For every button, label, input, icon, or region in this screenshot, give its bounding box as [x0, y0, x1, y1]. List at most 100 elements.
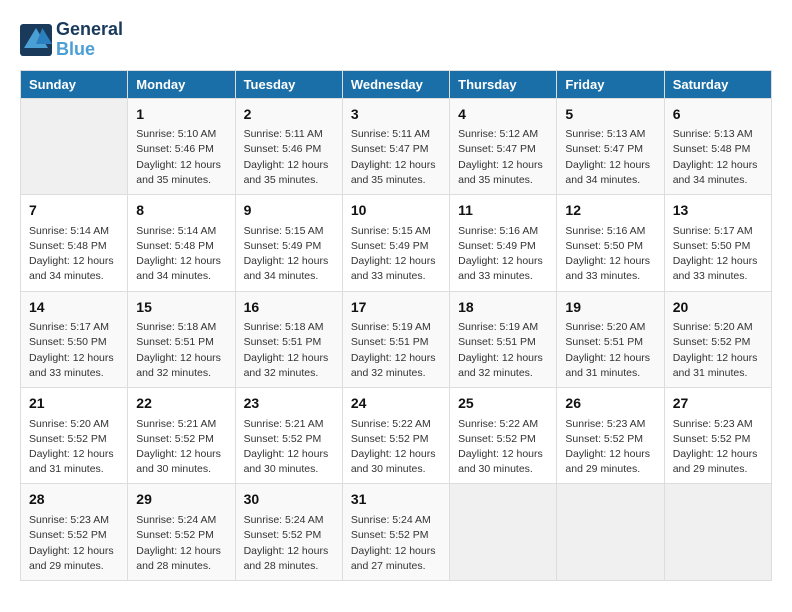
day-number: 8: [136, 201, 226, 221]
day-number: 26: [565, 394, 655, 414]
day-number: 2: [244, 105, 334, 125]
day-number: 16: [244, 298, 334, 318]
day-info: Sunrise: 5:23 AM Sunset: 5:52 PM Dayligh…: [565, 417, 655, 478]
day-number: 27: [673, 394, 763, 414]
day-info: Sunrise: 5:23 AM Sunset: 5:52 PM Dayligh…: [673, 417, 763, 478]
week-row-3: 14Sunrise: 5:17 AM Sunset: 5:50 PM Dayli…: [21, 291, 772, 387]
calendar-cell: 31Sunrise: 5:24 AM Sunset: 5:52 PM Dayli…: [342, 484, 449, 580]
calendar-cell: 21 Sunrise: 5:20 AM Sunset: 5:52 PM Dayli…: [21, 388, 128, 484]
calendar-cell: 8 Sunrise: 5:14 AM Sunset: 5:48 PM Daylig…: [128, 195, 235, 291]
calendar-cell: 9 Sunrise: 5:15 AM Sunset: 5:49 PM Daylig…: [235, 195, 342, 291]
day-info: Sunrise: 5:18 AM Sunset: 5:51 PM Dayligh…: [136, 320, 226, 381]
col-header-thursday: Thursday: [450, 70, 557, 98]
logo: General Blue: [20, 20, 123, 60]
calendar-cell: [664, 484, 771, 580]
day-number: 20: [673, 298, 763, 318]
day-info: Sunrise: 5:21 AM Sunset: 5:52 PM Dayligh…: [244, 417, 334, 478]
calendar-cell: 30 Sunrise: 5:24 AM Sunset: 5:52 PM Dayli…: [235, 484, 342, 580]
col-header-saturday: Saturday: [664, 70, 771, 98]
calendar-cell: 23 Sunrise: 5:21 AM Sunset: 5:52 PM Dayli…: [235, 388, 342, 484]
calendar-cell: 19Sunrise: 5:20 AM Sunset: 5:51 PM Dayli…: [557, 291, 664, 387]
calendar-cell: 24Sunrise: 5:22 AM Sunset: 5:52 PM Dayli…: [342, 388, 449, 484]
day-number: 10: [351, 201, 441, 221]
calendar-cell: 29Sunrise: 5:24 AM Sunset: 5:52 PM Dayli…: [128, 484, 235, 580]
day-info: Sunrise: 5:11 AM Sunset: 5:46 PM Dayligh…: [244, 127, 334, 188]
logo-text: General Blue: [56, 20, 123, 60]
week-row-2: 7Sunrise: 5:14 AM Sunset: 5:48 PM Daylig…: [21, 195, 772, 291]
day-number: 25: [458, 394, 548, 414]
day-info: Sunrise: 5:20 AM Sunset: 5:52 PM Dayligh…: [673, 320, 763, 381]
calendar-cell: 11Sunrise: 5:16 AM Sunset: 5:49 PM Dayli…: [450, 195, 557, 291]
day-info: Sunrise: 5:17 AM Sunset: 5:50 PM Dayligh…: [673, 224, 763, 285]
day-info: Sunrise: 5:22 AM Sunset: 5:52 PM Dayligh…: [351, 417, 441, 478]
col-header-tuesday: Tuesday: [235, 70, 342, 98]
calendar-cell: 10 Sunrise: 5:15 AM Sunset: 5:49 PM Dayli…: [342, 195, 449, 291]
day-number: 3: [351, 105, 441, 125]
calendar-cell: 13Sunrise: 5:17 AM Sunset: 5:50 PM Dayli…: [664, 195, 771, 291]
week-row-1: 1Sunrise: 5:10 AM Sunset: 5:46 PM Daylig…: [21, 98, 772, 194]
day-info: Sunrise: 5:24 AM Sunset: 5:52 PM Dayligh…: [244, 513, 334, 574]
day-info: Sunrise: 5:11 AM Sunset: 5:47 PM Dayligh…: [351, 127, 441, 188]
calendar-cell: 12 Sunrise: 5:16 AM Sunset: 5:50 PM Dayli…: [557, 195, 664, 291]
day-info: Sunrise: 5:12 AM Sunset: 5:47 PM Dayligh…: [458, 127, 548, 188]
day-number: 28: [29, 490, 119, 510]
day-info: Sunrise: 5:14 AM Sunset: 5:48 PM Dayligh…: [29, 224, 119, 285]
day-number: 6: [673, 105, 763, 125]
day-number: 29: [136, 490, 226, 510]
day-info: Sunrise: 5:18 AM Sunset: 5:51 PM Dayligh…: [244, 320, 334, 381]
day-number: 9: [244, 201, 334, 221]
day-info: Sunrise: 5:10 AM Sunset: 5:46 PM Dayligh…: [136, 127, 226, 188]
day-number: 14: [29, 298, 119, 318]
day-info: Sunrise: 5:16 AM Sunset: 5:50 PM Dayligh…: [565, 224, 655, 285]
logo-icon: [20, 24, 52, 56]
calendar-cell: 5Sunrise: 5:13 AM Sunset: 5:47 PM Daylig…: [557, 98, 664, 194]
day-info: Sunrise: 5:15 AM Sunset: 5:49 PM Dayligh…: [351, 224, 441, 285]
calendar-cell: 2Sunrise: 5:11 AM Sunset: 5:46 PM Daylig…: [235, 98, 342, 194]
calendar-cell: [557, 484, 664, 580]
calendar-cell: 14Sunrise: 5:17 AM Sunset: 5:50 PM Dayli…: [21, 291, 128, 387]
calendar-cell: 17Sunrise: 5:19 AM Sunset: 5:51 PM Dayli…: [342, 291, 449, 387]
day-number: 12: [565, 201, 655, 221]
day-number: 4: [458, 105, 548, 125]
calendar-cell: 4Sunrise: 5:12 AM Sunset: 5:47 PM Daylig…: [450, 98, 557, 194]
day-number: 15: [136, 298, 226, 318]
calendar-cell: [450, 484, 557, 580]
day-number: 22: [136, 394, 226, 414]
calendar-cell: [21, 98, 128, 194]
col-header-sunday: Sunday: [21, 70, 128, 98]
day-info: Sunrise: 5:20 AM Sunset: 5:52 PM Dayligh…: [29, 417, 119, 478]
day-info: Sunrise: 5:21 AM Sunset: 5:52 PM Dayligh…: [136, 417, 226, 478]
calendar-cell: 25Sunrise: 5:22 AM Sunset: 5:52 PM Dayli…: [450, 388, 557, 484]
week-row-5: 28Sunrise: 5:23 AM Sunset: 5:52 PM Dayli…: [21, 484, 772, 580]
day-number: 23: [244, 394, 334, 414]
day-number: 17: [351, 298, 441, 318]
day-number: 19: [565, 298, 655, 318]
day-info: Sunrise: 5:13 AM Sunset: 5:47 PM Dayligh…: [565, 127, 655, 188]
page-header: General Blue: [20, 20, 772, 60]
calendar-cell: 28Sunrise: 5:23 AM Sunset: 5:52 PM Dayli…: [21, 484, 128, 580]
calendar-table: SundayMondayTuesdayWednesdayThursdayFrid…: [20, 70, 772, 581]
day-number: 5: [565, 105, 655, 125]
day-number: 30: [244, 490, 334, 510]
col-header-wednesday: Wednesday: [342, 70, 449, 98]
calendar-cell: 6Sunrise: 5:13 AM Sunset: 5:48 PM Daylig…: [664, 98, 771, 194]
calendar-header-row: SundayMondayTuesdayWednesdayThursdayFrid…: [21, 70, 772, 98]
day-info: Sunrise: 5:13 AM Sunset: 5:48 PM Dayligh…: [673, 127, 763, 188]
day-info: Sunrise: 5:20 AM Sunset: 5:51 PM Dayligh…: [565, 320, 655, 381]
day-info: Sunrise: 5:19 AM Sunset: 5:51 PM Dayligh…: [458, 320, 548, 381]
calendar-cell: 7Sunrise: 5:14 AM Sunset: 5:48 PM Daylig…: [21, 195, 128, 291]
calendar-cell: 1Sunrise: 5:10 AM Sunset: 5:46 PM Daylig…: [128, 98, 235, 194]
day-number: 18: [458, 298, 548, 318]
col-header-monday: Monday: [128, 70, 235, 98]
calendar-cell: 18Sunrise: 5:19 AM Sunset: 5:51 PM Dayli…: [450, 291, 557, 387]
day-info: Sunrise: 5:17 AM Sunset: 5:50 PM Dayligh…: [29, 320, 119, 381]
day-info: Sunrise: 5:15 AM Sunset: 5:49 PM Dayligh…: [244, 224, 334, 285]
day-number: 31: [351, 490, 441, 510]
day-number: 1: [136, 105, 226, 125]
day-info: Sunrise: 5:14 AM Sunset: 5:48 PM Dayligh…: [136, 224, 226, 285]
calendar-cell: 22 Sunrise: 5:21 AM Sunset: 5:52 PM Dayli…: [128, 388, 235, 484]
day-number: 11: [458, 201, 548, 221]
calendar-cell: 16Sunrise: 5:18 AM Sunset: 5:51 PM Dayli…: [235, 291, 342, 387]
day-number: 21: [29, 394, 119, 414]
calendar-cell: 15Sunrise: 5:18 AM Sunset: 5:51 PM Dayli…: [128, 291, 235, 387]
